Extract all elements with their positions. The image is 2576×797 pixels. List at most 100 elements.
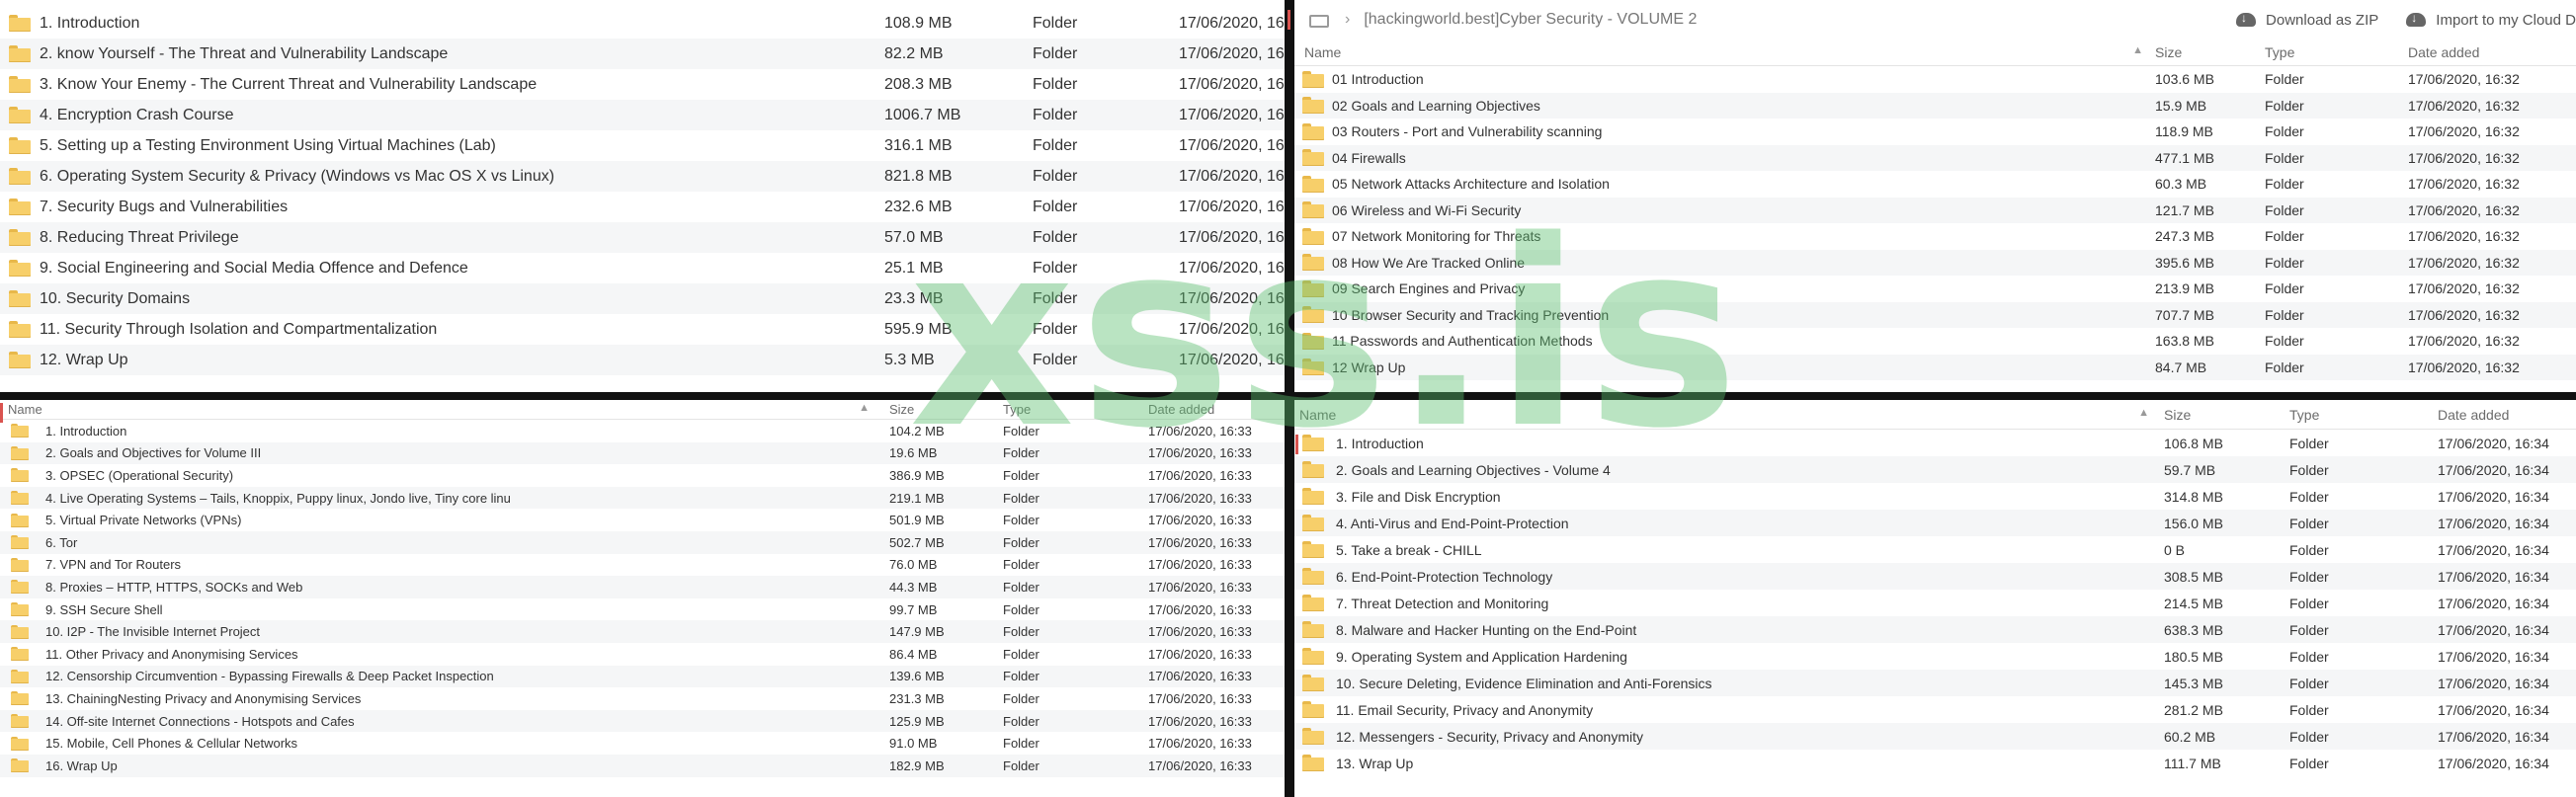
- type-column-header[interactable]: Type: [2265, 44, 2408, 60]
- table-row[interactable]: 4. Encryption Crash Course 1006.7 MB Folde…: [0, 100, 1285, 130]
- table-row[interactable]: 3. File and Disk Encryption 314.8 MB Folde…: [1294, 483, 2576, 510]
- item-name[interactable]: 12 Wrap Up: [1332, 359, 2155, 375]
- item-name[interactable]: 3. Know Your Enemy - The Current Threat …: [40, 76, 884, 94]
- item-name[interactable]: 1. Introduction: [40, 15, 884, 33]
- item-name[interactable]: 4. Anti-Virus and End-Point-Protection: [1332, 516, 2164, 531]
- table-row[interactable]: 13. Wrap Up 111.7 MB Folder 17/06/2020, 16:…: [1294, 750, 2576, 776]
- table-row[interactable]: 01 Introduction 103.6 MB Folder 17/06/2020,…: [1294, 66, 2576, 93]
- item-name[interactable]: 09 Search Engines and Privacy: [1332, 280, 2155, 296]
- item-name[interactable]: 11. Other Privacy and Anonymising Servic…: [40, 647, 889, 662]
- table-row[interactable]: 1. Introduction 104.2 MB Folder 17/06/2020,…: [0, 420, 1285, 442]
- table-row[interactable]: 13. ChainingNesting Privacy and Anonymis…: [0, 687, 1285, 710]
- table-row[interactable]: 12. Messengers - Security, Privacy and A…: [1294, 723, 2576, 750]
- item-name[interactable]: 3. OPSEC (Operational Security): [40, 468, 889, 483]
- table-row[interactable]: 3. Know Your Enemy - The Current Threat …: [0, 69, 1285, 100]
- table-row[interactable]: 12 Wrap Up 84.7 MB Folder 17/06/2020, 16:32: [1294, 354, 2576, 380]
- item-name[interactable]: 4. Live Operating Systems – Tails, Knopp…: [40, 491, 889, 506]
- item-name[interactable]: 06 Wireless and Wi-Fi Security: [1332, 202, 2155, 218]
- table-row[interactable]: 6. Tor 502.7 MB Folder 17/06/2020, 16:33: [0, 530, 1285, 554]
- item-name[interactable]: 15. Mobile, Cell Phones & Cellular Netwo…: [40, 736, 889, 751]
- table-row[interactable]: 1. Introduction 106.8 MB Folder 17/06/2020,…: [1294, 430, 2576, 456]
- table-row[interactable]: 03 Routers - Port and Vulnerability scan…: [1294, 119, 2576, 145]
- import-cloud-button[interactable]: Import to my Cloud D: [2406, 11, 2576, 29]
- table-row[interactable]: 11. Security Through Isolation and Compa…: [0, 314, 1285, 345]
- table-row[interactable]: 11. Email Security, Privacy and Anonymit…: [1294, 696, 2576, 723]
- item-name[interactable]: 10. Security Domains: [40, 290, 884, 308]
- type-column-header[interactable]: Type: [2289, 407, 2438, 423]
- table-row[interactable]: 5. Setting up a Testing Environment Usin…: [0, 130, 1285, 161]
- item-name[interactable]: 11 Passwords and Authentication Methods: [1332, 333, 2155, 349]
- table-row[interactable]: 7. Threat Detection and Monitoring 214.5 …: [1294, 590, 2576, 616]
- item-name[interactable]: 16. Wrap Up: [40, 758, 889, 773]
- item-name[interactable]: 2. Goals and Objectives for Volume III: [40, 445, 889, 460]
- table-row[interactable]: 04 Firewalls 477.1 MB Folder 17/06/2020, 16…: [1294, 144, 2576, 171]
- table-row[interactable]: 2. Goals and Learning Objectives - Volum…: [1294, 456, 2576, 483]
- table-row[interactable]: 6. End-Point-Protection Technology 308.5 …: [1294, 563, 2576, 590]
- item-name[interactable]: 9. Social Engineering and Social Media O…: [40, 260, 884, 278]
- table-row[interactable]: 11 Passwords and Authentication Methods 1…: [1294, 328, 2576, 355]
- table-row[interactable]: 10 Browser Security and Tracking Prevent…: [1294, 301, 2576, 328]
- item-name[interactable]: 03 Routers - Port and Vulnerability scan…: [1332, 123, 2155, 139]
- item-name[interactable]: 8. Proxies – HTTP, HTTPS, SOCKs and Web: [40, 580, 889, 595]
- item-name[interactable]: 10 Browser Security and Tracking Prevent…: [1332, 307, 2155, 323]
- table-row[interactable]: 2. Goals and Objectives for Volume III 19…: [0, 441, 1285, 465]
- table-row[interactable]: 1. Introduction 108.9 MB Folder 17/06/2020,…: [0, 8, 1285, 39]
- item-name[interactable]: 14. Off-site Internet Connections - Hots…: [40, 714, 889, 729]
- table-row[interactable]: 05 Network Attacks Architecture and Isol…: [1294, 171, 2576, 198]
- table-row[interactable]: 5. Take a break - CHILL 0 B Folder 17/06/20…: [1294, 536, 2576, 563]
- item-name[interactable]: 04 Firewalls: [1332, 150, 2155, 166]
- item-name[interactable]: 13. Wrap Up: [1332, 756, 2164, 771]
- item-name[interactable]: 1. Introduction: [1332, 436, 2164, 451]
- table-row[interactable]: 9. Operating System and Application Hard…: [1294, 643, 2576, 670]
- item-name[interactable]: 5. Setting up a Testing Environment Usin…: [40, 137, 884, 155]
- table-row[interactable]: 8. Reducing Threat Privilege 57.0 MB Folde…: [0, 222, 1285, 253]
- item-name[interactable]: 3. File and Disk Encryption: [1332, 489, 2164, 505]
- table-row[interactable]: 3. OPSEC (Operational Security) 386.9 MB F…: [0, 464, 1285, 487]
- table-row[interactable]: 15. Mobile, Cell Phones & Cellular Netwo…: [0, 732, 1285, 755]
- table-row[interactable]: 6. Operating System Security & Privacy (…: [0, 161, 1285, 192]
- table-row[interactable]: 07 Network Monitoring for Threats 247.3 M…: [1294, 223, 2576, 250]
- table-row[interactable]: 9. SSH Secure Shell 99.7 MB Folder 17/06/20…: [0, 598, 1285, 621]
- table-row[interactable]: 2. know Yourself - The Threat and Vulner…: [0, 39, 1285, 69]
- item-name[interactable]: 10. I2P - The Invisible Internet Project: [40, 624, 889, 639]
- item-name[interactable]: 6. Tor: [40, 535, 889, 550]
- table-row[interactable]: 09 Search Engines and Privacy 213.9 MB Fol…: [1294, 276, 2576, 302]
- item-name[interactable]: 10. Secure Deleting, Evidence Eliminatio…: [1332, 676, 2164, 691]
- item-name[interactable]: 6. Operating System Security & Privacy (…: [40, 168, 884, 186]
- item-name[interactable]: 05 Network Attacks Architecture and Isol…: [1332, 176, 2155, 192]
- item-name[interactable]: 6. End-Point-Protection Technology: [1332, 569, 2164, 585]
- size-column-header[interactable]: Size: [889, 402, 1003, 417]
- item-name[interactable]: 8. Reducing Threat Privilege: [40, 229, 884, 247]
- table-row[interactable]: 12. Censorship Circumvention - Bypassing…: [0, 665, 1285, 688]
- item-name[interactable]: 5. Take a break - CHILL: [1332, 542, 2164, 558]
- download-zip-button[interactable]: Download as ZIP: [2236, 11, 2378, 29]
- table-row[interactable]: 10. Security Domains 23.3 MB Folder 17/06/2…: [0, 283, 1285, 314]
- item-name[interactable]: 11. Security Through Isolation and Compa…: [40, 321, 884, 339]
- item-name[interactable]: 13. ChainingNesting Privacy and Anonymis…: [40, 691, 889, 706]
- table-row[interactable]: 9. Social Engineering and Social Media O…: [0, 253, 1285, 283]
- folder-outline-icon[interactable]: [1309, 12, 1331, 29]
- date-column-header[interactable]: Date added: [2438, 407, 2576, 423]
- table-row[interactable]: 8. Proxies – HTTP, HTTPS, SOCKs and Web 4…: [0, 576, 1285, 598]
- table-row[interactable]: 4. Live Operating Systems – Tails, Knopp…: [0, 486, 1285, 510]
- item-name[interactable]: 5. Virtual Private Networks (VPNs): [40, 513, 889, 527]
- table-row[interactable]: 7. Security Bugs and Vulnerabilities 232.…: [0, 192, 1285, 222]
- item-name[interactable]: 7. VPN and Tor Routers: [40, 557, 889, 572]
- table-row[interactable]: 5. Virtual Private Networks (VPNs) 501.9 …: [0, 509, 1285, 531]
- item-name[interactable]: 9. Operating System and Application Hard…: [1332, 649, 2164, 665]
- table-row[interactable]: 10. I2P - The Invisible Internet Project…: [0, 620, 1285, 643]
- item-name[interactable]: 1. Introduction: [40, 424, 889, 438]
- name-column-header[interactable]: Name ▲: [1294, 44, 2155, 60]
- item-name[interactable]: 02 Goals and Learning Objectives: [1332, 98, 2155, 114]
- date-column-header[interactable]: Date added: [1148, 402, 1277, 417]
- table-row[interactable]: 14. Off-site Internet Connections - Hots…: [0, 709, 1285, 733]
- item-name[interactable]: 08 How We Are Tracked Online: [1332, 255, 2155, 271]
- breadcrumb[interactable]: [hackingworld.best]Cyber Security - VOLU…: [1364, 11, 2236, 29]
- table-row[interactable]: 4. Anti-Virus and End-Point-Protection 15…: [1294, 510, 2576, 536]
- table-row[interactable]: 08 How We Are Tracked Online 395.6 MB Fold…: [1294, 249, 2576, 276]
- item-name[interactable]: 4. Encryption Crash Course: [40, 107, 884, 124]
- item-name[interactable]: 9. SSH Secure Shell: [40, 602, 889, 617]
- item-name[interactable]: 7. Threat Detection and Monitoring: [1332, 596, 2164, 611]
- item-name[interactable]: 7. Security Bugs and Vulnerabilities: [40, 199, 884, 216]
- table-row[interactable]: 06 Wireless and Wi-Fi Security 121.7 MB Fo…: [1294, 197, 2576, 223]
